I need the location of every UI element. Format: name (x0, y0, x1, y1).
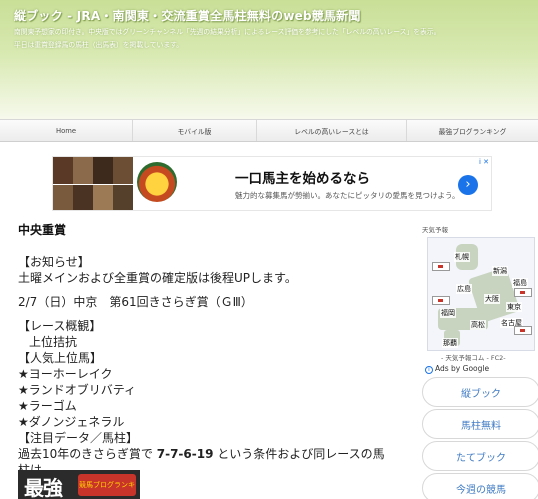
map-label: 新潟 (492, 266, 508, 276)
site-title[interactable]: 縦ブック - JRA・南関東・交流重賞全馬柱無料のweb競馬新聞 (14, 7, 361, 24)
sidebar-link-this-week[interactable]: 今週の競馬 (422, 473, 538, 499)
blog-ranking-banner[interactable]: 最強 競馬ブログランキング (18, 470, 140, 499)
weather-icon (432, 262, 450, 271)
site-description-line: 南関東予想家の印付き。中央版ではグリーンチャンネル「先週の結果分析」によるレース… (14, 28, 441, 36)
weather-icon (514, 326, 532, 335)
ads-by-google-label: Ads by Google (435, 364, 490, 373)
notice-body: 土曜メインおよび全重賞の確定版は後程UPします。 (18, 271, 297, 285)
note-text: という条件および同レースの馬 (213, 447, 385, 461)
nav-item-blog-ranking[interactable]: 最強ブログランキング (407, 120, 538, 141)
main-content: 中央重賞 【お知らせ】 土曜メインおよび全重賞の確定版は後程UPします。 2/7… (18, 222, 413, 499)
ad-choices-icon[interactable]: i ✕ (479, 158, 489, 166)
note-body: 過去10年のきさらぎ賞で 7-7-6-19 という条件および同レースの馬 (18, 446, 413, 462)
overview-body: 上位拮抗 (29, 335, 78, 349)
site-description-line: 平日は重賞登録馬の馬柱（出馬表）を掲載しています。 (14, 41, 184, 49)
sidebar-link-tate-book-kana[interactable]: たてブック (422, 441, 538, 471)
ad-logo-icon (137, 162, 177, 202)
note-record: 7-7-6-19 (156, 447, 214, 461)
map-label: 那覇 (442, 338, 458, 348)
popular-horse: ★ヨーホーレイク (18, 367, 113, 381)
info-icon: i (425, 366, 433, 374)
section-title: 中央重賞 (18, 223, 67, 237)
weather-map-caption[interactable]: - 天気予報コム - FC2- (441, 352, 506, 362)
popular-heading: 【人気上位馬】 (18, 351, 103, 365)
weather-widget-title: 天気予報 (422, 226, 448, 234)
sidebar-link-tate-book[interactable]: 縦ブック (422, 377, 538, 407)
note-heading: 【注目データ／馬柱】 (18, 431, 139, 445)
weather-map[interactable]: 札幌 新潟 福島 広島 大阪 東京 福岡 高松 名古屋 那覇 (427, 237, 535, 351)
site-header: 縦ブック - JRA・南関東・交流重賞全馬柱無料のweb競馬新聞 南関東予想家の… (0, 0, 538, 119)
notice-heading: 【お知らせ】 (18, 255, 90, 269)
ad-arrow-icon[interactable]: › (458, 175, 478, 195)
banner-logo-text: 最強 (24, 476, 63, 499)
nav-item-mobile[interactable]: モバイル版 (133, 120, 257, 141)
banner-rank-text: 競馬ブログランキング (78, 474, 136, 496)
weather-icon (432, 296, 450, 305)
ads-by-google[interactable]: i Ads by Google (425, 364, 489, 374)
global-nav: Home モバイル版 レベルの高いレースとは 最強ブログランキング (0, 119, 538, 142)
map-label: 高松 (470, 320, 486, 330)
map-label: 大阪 (484, 294, 500, 304)
race-title: 2/7（日）中京 第61回きさらぎ賞（ＧⅢ） (18, 295, 253, 309)
map-label: 東京 (506, 302, 522, 312)
map-label: 福島 (512, 278, 528, 288)
weather-icon (514, 288, 532, 297)
sidebar-link-free-umabashira[interactable]: 馬柱無料 (422, 409, 538, 439)
map-label: 広島 (456, 284, 472, 294)
map-label: 福岡 (440, 308, 456, 318)
ad-subtext: 魅力的な募集馬が勢揃い。あなたにピッタリの愛馬を見つけよう。 (235, 191, 460, 200)
map-label: 札幌 (454, 252, 470, 262)
ad-horse-photos (53, 157, 133, 210)
nav-item-high-level-race[interactable]: レベルの高いレースとは (257, 120, 407, 141)
popular-horse: ★ダノンジェネラル (18, 415, 125, 429)
ad-headline[interactable]: 一口馬主を始めるなら (235, 167, 370, 187)
popular-horse: ★ランドオブリバティ (18, 383, 137, 397)
note-text: 過去10年のきさらぎ賞で (18, 447, 157, 461)
popular-horse: ★ラーゴム (18, 399, 77, 413)
nav-item-home[interactable]: Home (0, 120, 133, 141)
site-description: 南関東予想家の印付き。中央版ではグリーンチャンネル「先週の結果分析」によるレース… (14, 26, 529, 52)
overview-heading: 【レース概観】 (18, 319, 102, 333)
ad-banner[interactable]: 一口馬主を始めるなら 魅力的な募集馬が勢揃い。あなたにピッタリの愛馬を見つけよう… (52, 156, 492, 211)
